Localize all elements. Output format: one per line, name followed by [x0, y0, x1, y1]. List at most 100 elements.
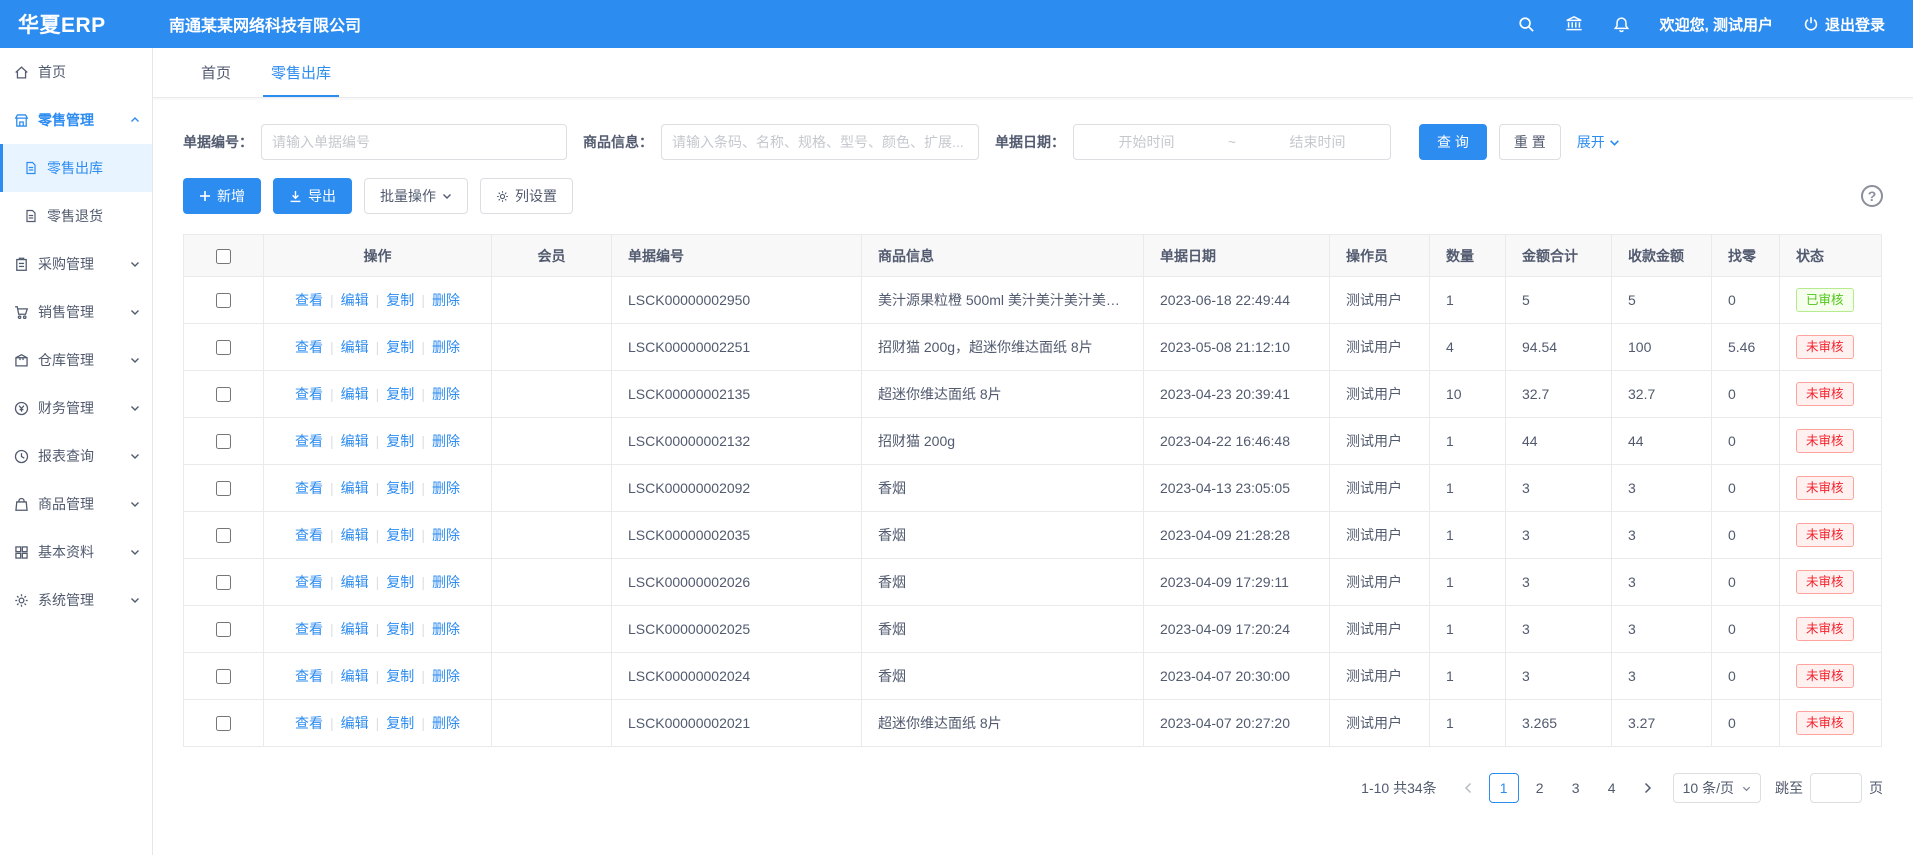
row-action-copy[interactable]: 复制 [386, 290, 414, 310]
export-button[interactable]: 导出 [273, 178, 352, 214]
reset-button[interactable]: 重 置 [1499, 124, 1561, 160]
col-header-bill-no: 单据编号 [612, 235, 862, 277]
row-action-edit[interactable]: 编辑 [341, 572, 369, 592]
date-range-input[interactable]: 开始时间 ~ 结束时间 [1073, 124, 1391, 160]
row-action-delete[interactable]: 删除 [432, 619, 460, 639]
sidebar-item-sales[interactable]: 销售管理 [0, 288, 152, 336]
row-action-copy[interactable]: 复制 [386, 478, 414, 498]
help-icon[interactable]: ? [1861, 185, 1883, 207]
page-number-3[interactable]: 3 [1561, 773, 1591, 803]
sidebar-item-finance[interactable]: 财务管理 [0, 384, 152, 432]
row-action-view[interactable]: 查看 [295, 337, 323, 357]
select-all-checkbox[interactable] [216, 249, 231, 264]
batch-operations-button[interactable]: 批量操作 [364, 178, 468, 214]
row-action-view[interactable]: 查看 [295, 431, 323, 451]
cell-qty: 4 [1430, 324, 1506, 371]
sidebar-item-reports[interactable]: 报表查询 [0, 432, 152, 480]
cell-member [492, 653, 612, 700]
sidebar-item-retail-out[interactable]: 零售出库 [0, 144, 152, 192]
product-info-input[interactable] [661, 124, 979, 160]
row-action-delete[interactable]: 删除 [432, 337, 460, 357]
sidebar-item-retail-return[interactable]: 零售退货 [0, 192, 152, 240]
row-action-view[interactable]: 查看 [295, 384, 323, 404]
sidebar-item-system[interactable]: 系统管理 [0, 576, 152, 624]
row-action-delete[interactable]: 删除 [432, 290, 460, 310]
row-action-delete[interactable]: 删除 [432, 525, 460, 545]
row-action-edit[interactable]: 编辑 [341, 619, 369, 639]
row-action-view[interactable]: 查看 [295, 666, 323, 686]
cell-total: 32.7 [1506, 371, 1612, 418]
jump-page-input[interactable] [1810, 773, 1862, 803]
row-checkbox[interactable] [216, 340, 231, 355]
row-action-copy[interactable]: 复制 [386, 572, 414, 592]
row-action-delete[interactable]: 删除 [432, 572, 460, 592]
row-action-edit[interactable]: 编辑 [341, 525, 369, 545]
tab-home[interactable]: 首页 [181, 48, 251, 97]
row-action-copy[interactable]: 复制 [386, 384, 414, 404]
row-checkbox[interactable] [216, 669, 231, 684]
row-action-delete[interactable]: 删除 [432, 713, 460, 733]
search-icon[interactable] [1518, 16, 1535, 33]
sidebar-item-purchase[interactable]: 采购管理 [0, 240, 152, 288]
column-settings-button[interactable]: 列设置 [480, 178, 573, 214]
row-checkbox[interactable] [216, 575, 231, 590]
page-number-1[interactable]: 1 [1489, 773, 1519, 803]
row-action-copy[interactable]: 复制 [386, 431, 414, 451]
expand-link[interactable]: 展开 [1577, 132, 1620, 152]
row-action-view[interactable]: 查看 [295, 572, 323, 592]
sidebar-item-retail[interactable]: 零售管理 [0, 96, 152, 144]
page-number-4[interactable]: 4 [1597, 773, 1627, 803]
search-button[interactable]: 查 询 [1419, 124, 1487, 160]
row-action-copy[interactable]: 复制 [386, 666, 414, 686]
row-action-copy[interactable]: 复制 [386, 525, 414, 545]
sidebar-item-warehouse[interactable]: 仓库管理 [0, 336, 152, 384]
row-actions: 查看|编辑|复制|删除 [280, 525, 475, 545]
row-checkbox[interactable] [216, 293, 231, 308]
row-action-edit[interactable]: 编辑 [341, 666, 369, 686]
add-button[interactable]: 新增 [183, 178, 261, 214]
row-action-delete[interactable]: 删除 [432, 384, 460, 404]
row-action-copy[interactable]: 复制 [386, 713, 414, 733]
sidebar-item-goods[interactable]: 商品管理 [0, 480, 152, 528]
cell-date: 2023-04-13 23:05:05 [1144, 465, 1330, 512]
bank-icon[interactable] [1565, 15, 1583, 33]
row-action-edit[interactable]: 编辑 [341, 290, 369, 310]
sidebar-item-basic-data[interactable]: 基本资料 [0, 528, 152, 576]
bell-icon[interactable] [1613, 16, 1630, 33]
row-action-view[interactable]: 查看 [295, 713, 323, 733]
row-action-view[interactable]: 查看 [295, 525, 323, 545]
header-actions: 欢迎您, 测试用户 退出登录 [1518, 14, 1913, 35]
row-action-view[interactable]: 查看 [295, 290, 323, 310]
tab-retail-out[interactable]: 零售出库 [251, 48, 351, 97]
row-actions: 查看|编辑|复制|删除 [280, 713, 475, 733]
row-action-delete[interactable]: 删除 [432, 666, 460, 686]
bag-icon [14, 497, 29, 512]
row-action-edit[interactable]: 编辑 [341, 478, 369, 498]
row-action-edit[interactable]: 编辑 [341, 431, 369, 451]
row-checkbox[interactable] [216, 528, 231, 543]
row-checkbox[interactable] [216, 387, 231, 402]
row-action-delete[interactable]: 删除 [432, 431, 460, 451]
sidebar-item-home[interactable]: 首页 [0, 48, 152, 96]
row-action-copy[interactable]: 复制 [386, 337, 414, 357]
row-checkbox[interactable] [216, 716, 231, 731]
bill-no-input[interactable] [261, 124, 567, 160]
page-size-select[interactable]: 10 条/页 [1673, 773, 1761, 803]
row-checkbox[interactable] [216, 481, 231, 496]
row-action-edit[interactable]: 编辑 [341, 337, 369, 357]
prev-page-button[interactable] [1455, 773, 1481, 803]
row-action-copy[interactable]: 复制 [386, 619, 414, 639]
welcome-user[interactable]: 欢迎您, 测试用户 [1660, 14, 1773, 35]
logout-button[interactable]: 退出登录 [1803, 14, 1885, 35]
row-checkbox[interactable] [216, 622, 231, 637]
row-action-edit[interactable]: 编辑 [341, 384, 369, 404]
page-number-2[interactable]: 2 [1525, 773, 1555, 803]
row-action-view[interactable]: 查看 [295, 478, 323, 498]
row-action-edit[interactable]: 编辑 [341, 713, 369, 733]
row-action-delete[interactable]: 删除 [432, 478, 460, 498]
cell-operator: 测试用户 [1330, 606, 1430, 653]
table-row: 查看|编辑|复制|删除 LSCK00000002950 美汁源果粒橙 500ml… [184, 277, 1882, 324]
next-page-button[interactable] [1635, 773, 1661, 803]
row-checkbox[interactable] [216, 434, 231, 449]
row-action-view[interactable]: 查看 [295, 619, 323, 639]
